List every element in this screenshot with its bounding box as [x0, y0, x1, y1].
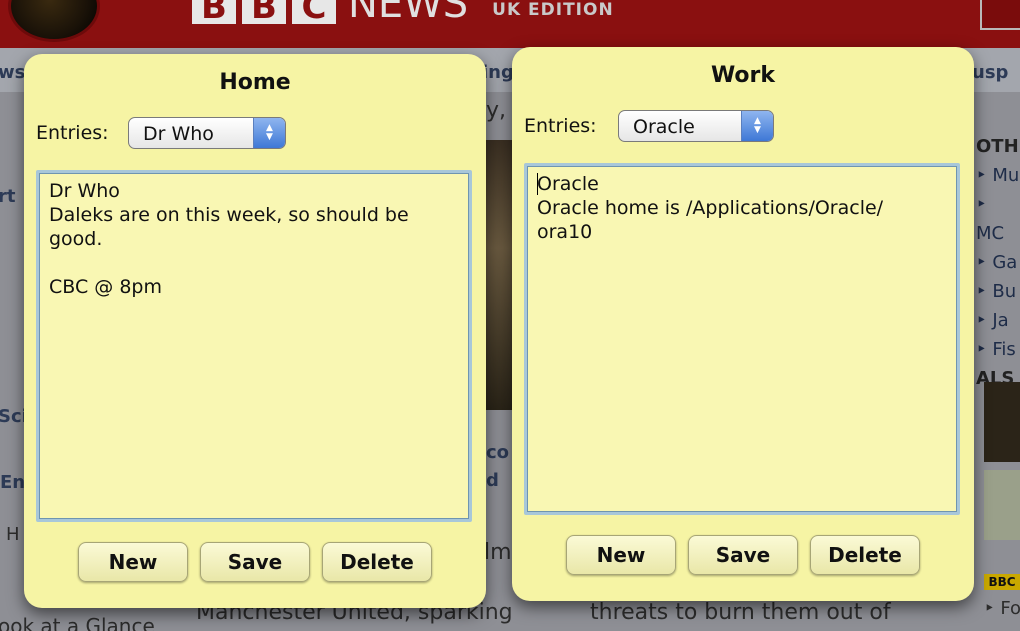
- sidebar-link: ‣ Fis: [976, 339, 1016, 360]
- bg-fragment: ‣ Fo: [984, 598, 1020, 619]
- bg-fragment: En: [0, 472, 26, 493]
- entries-select[interactable]: Dr Who ▲ ▼: [128, 117, 286, 149]
- bg-fragment: d: [486, 470, 499, 491]
- entries-select-value: Dr Who: [143, 123, 214, 145]
- logo-news-text: NEWS: [348, 0, 469, 27]
- text-cursor: [537, 173, 538, 195]
- note-title: Work: [710, 63, 776, 88]
- note-body-textarea[interactable]: Oracle Oracle home is /Applications/Orac…: [524, 163, 960, 515]
- bg-thumbnail: [984, 470, 1020, 540]
- note-body-textarea[interactable]: Dr Who Daleks are on this week, so shoul…: [36, 170, 472, 522]
- sidebar-heading: OTH: [976, 136, 1019, 157]
- delete-button[interactable]: Delete: [810, 535, 920, 575]
- bg-fragment: ook at a Glance: [0, 614, 155, 631]
- work-note-window: Work Entries: Oracle ▲ ▼ Oracle Oracle ho…: [512, 47, 974, 601]
- bbc-news-logo: B B C NEWS UK EDITION: [192, 0, 614, 24]
- select-arrows-icon: ▲ ▼: [741, 111, 773, 141]
- entries-select-value: Oracle: [633, 116, 695, 138]
- bg-fragment: rt: [0, 186, 16, 207]
- bg-fragment: y,: [486, 98, 507, 123]
- sidebar-link: ‣ Mu: [976, 165, 1020, 186]
- sidebar-link: ‣ Ja: [976, 310, 1009, 331]
- bg-fragment: co: [486, 442, 510, 463]
- bg-fragment: ing: [482, 62, 514, 83]
- bg-bbc-tag: BBC: [984, 574, 1020, 590]
- logo-block: B: [242, 0, 286, 24]
- home-note-window: Home Entries: Dr Who ▲ ▼ Dr Who Daleks ar…: [24, 54, 486, 608]
- new-button[interactable]: New: [78, 542, 188, 582]
- logo-block: C: [292, 0, 336, 24]
- select-arrows-icon: ▲ ▼: [253, 118, 285, 148]
- save-button[interactable]: Save: [200, 542, 310, 582]
- entries-select[interactable]: Oracle ▲ ▼: [618, 110, 774, 142]
- delete-button[interactable]: Delete: [322, 542, 432, 582]
- sidebar-link: ‣ Bu: [976, 281, 1017, 302]
- edition-label: UK EDITION: [492, 0, 614, 20]
- bg-sidebar: OTH ‣ Mu ‣ MC ‣ Ga ‣ Bu ‣ Ja ‣ Fis ALS: [976, 132, 1020, 389]
- note-title: Home: [219, 70, 291, 95]
- bg-fragment: threats to burn them out of: [590, 600, 891, 625]
- header-box: [980, 0, 1020, 30]
- bg-fragment: H: [6, 524, 20, 545]
- bg-fragment: ws: [0, 62, 26, 83]
- sidebar-link: ‣ Ga: [976, 252, 1018, 273]
- entries-label: Entries:: [524, 115, 597, 137]
- logo-block: B: [192, 0, 236, 24]
- new-button[interactable]: New: [566, 535, 676, 575]
- entries-label: Entries:: [36, 122, 109, 144]
- bg-thumbnail: [984, 382, 1020, 462]
- bg-fragment: usp: [972, 62, 1009, 83]
- bg-fragment: lm: [484, 540, 512, 565]
- sidebar-link: ‣ MC: [976, 194, 1005, 244]
- save-button[interactable]: Save: [688, 535, 798, 575]
